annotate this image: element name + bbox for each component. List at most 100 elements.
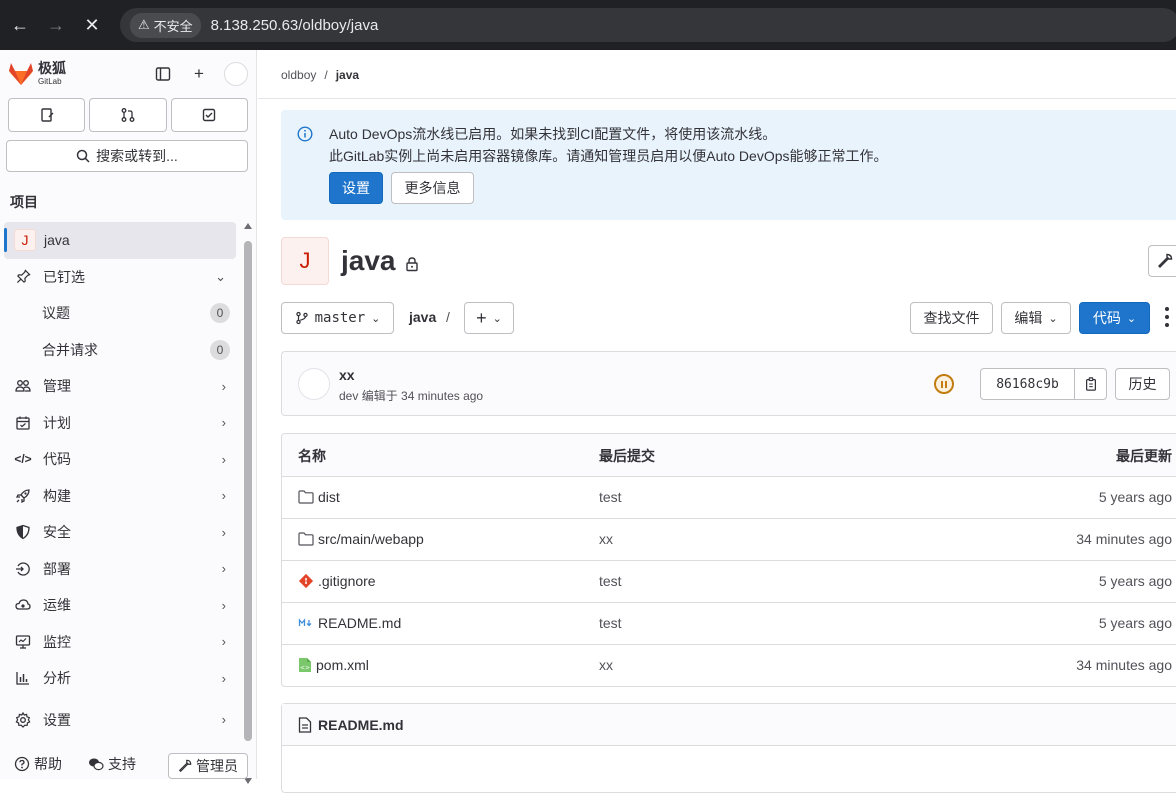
file-name[interactable]: src/main/webapp: [318, 531, 424, 547]
url-text[interactable]: 8.138.250.63/oldboy/java: [211, 17, 379, 34]
commit-author[interactable]: dev: [339, 389, 358, 403]
alert-more-info-button[interactable]: 更多信息: [391, 172, 474, 204]
project-header: J java: [281, 237, 420, 285]
alert-settings-button[interactable]: 设置: [329, 172, 383, 204]
chevron-down-icon: ⌄: [492, 312, 502, 325]
history-button[interactable]: 历史: [1115, 368, 1170, 400]
forward-icon[interactable]: →: [38, 7, 74, 43]
sidebar-item-code[interactable]: </> 代码 ›: [0, 441, 240, 478]
pinned-item-label: 合并请求: [42, 341, 98, 358]
project-admin-button[interactable]: [1148, 245, 1176, 277]
sidebar-item-settings[interactable]: 设置 ›: [0, 702, 240, 739]
issues-button[interactable]: [8, 98, 86, 132]
page-title: java: [341, 245, 396, 276]
readme-panel: README.md: [281, 703, 1176, 793]
sidebar-item-analyze[interactable]: 分析 ›: [0, 660, 240, 697]
edit-dropdown[interactable]: 编辑 ⌄: [1001, 302, 1071, 334]
gitlab-logo[interactable]: 极狐 GitLab: [8, 61, 66, 87]
mr-count-badge: 0: [210, 339, 230, 360]
help-button[interactable]: 帮助: [14, 754, 62, 774]
support-label: 支持: [108, 756, 136, 772]
repo-path[interactable]: java: [409, 309, 436, 325]
readme-title[interactable]: README.md: [318, 717, 404, 733]
address-bar[interactable]: ⚠ 不安全 8.138.250.63/oldboy/java: [120, 8, 1176, 42]
sidebar-item-project[interactable]: J java: [4, 222, 236, 259]
header-last-update: 最后更新: [1116, 448, 1172, 464]
nav-label: 安全: [43, 524, 71, 541]
file-commit[interactable]: xx: [599, 531, 613, 547]
users-icon: [14, 378, 32, 394]
chart-icon: [14, 670, 32, 686]
nav-label: 构建: [43, 487, 71, 504]
alert-line-2: 此GitLab实例上尚未启用容器镜像库。请通知管理员启用以便Auto DevOp…: [329, 148, 888, 164]
table-row[interactable]: .gitignore test 5 years ago: [282, 560, 1176, 602]
merge-requests-button[interactable]: [89, 98, 167, 132]
branch-selector[interactable]: master ⌄: [281, 302, 394, 334]
commit-sha[interactable]: 86168c9b: [980, 368, 1075, 400]
wechat-icon: [89, 758, 104, 771]
file-name[interactable]: README.md: [318, 615, 401, 631]
nav-label: 管理: [43, 378, 71, 395]
chevron-right-icon: ›: [221, 451, 226, 467]
add-to-tree-button[interactable]: + ⌄: [464, 302, 514, 334]
pipeline-status-icon[interactable]: [934, 374, 954, 394]
table-row[interactable]: <> pom.xml xx 34 minutes ago: [282, 644, 1176, 686]
breadcrumb-group[interactable]: oldboy: [281, 68, 316, 82]
commit-meta: dev 编辑于 34 minutes ago: [339, 387, 483, 404]
stop-icon[interactable]: ✕: [74, 7, 110, 43]
search-button[interactable]: 搜索或转到...: [6, 140, 248, 172]
search-icon: [76, 149, 90, 163]
info-icon: [297, 126, 313, 142]
sidebar-item-issues[interactable]: 议题 0: [0, 295, 240, 332]
sidebar-item-pinned[interactable]: 已钉选 ⌄: [0, 259, 240, 296]
file-commit[interactable]: test: [599, 489, 622, 505]
sidebar-item-merge-requests[interactable]: 合并请求 0: [0, 332, 240, 369]
chevron-right-icon: ›: [221, 712, 226, 728]
back-icon[interactable]: ←: [2, 7, 38, 43]
monitor-icon: [14, 634, 32, 650]
todo-button[interactable]: [170, 98, 248, 132]
scroll-up-icon[interactable]: [244, 223, 252, 229]
warning-icon: ⚠: [138, 17, 150, 32]
commit-author-avatar[interactable]: [298, 368, 330, 400]
sidebar: 极狐 GitLab + 搜索或转到... 项目 J java 已钉选 ⌄ 议题 …: [0, 50, 257, 784]
table-row[interactable]: README.md test 5 years ago: [282, 602, 1176, 644]
copy-icon: [1085, 377, 1096, 391]
file-commit[interactable]: test: [599, 615, 622, 631]
sidebar-item-monitor[interactable]: 监控 ›: [0, 624, 240, 661]
nav-label: 设置: [43, 711, 71, 728]
scrollbar-thumb[interactable]: [244, 241, 252, 741]
table-row[interactable]: src/main/webapp xx 34 minutes ago: [282, 518, 1176, 560]
file-name[interactable]: .gitignore: [318, 573, 376, 589]
file-name[interactable]: dist: [318, 489, 340, 505]
file-commit[interactable]: xx: [599, 657, 613, 673]
find-file-button[interactable]: 查找文件: [910, 302, 993, 334]
file-name[interactable]: pom.xml: [316, 657, 369, 673]
sidebar-scrollbar[interactable]: [244, 223, 252, 784]
sidebar-section-title: 项目: [10, 194, 38, 210]
security-indicator[interactable]: ⚠ 不安全: [130, 12, 201, 38]
toggle-sidebar-icon[interactable]: [152, 63, 174, 85]
table-row[interactable]: dist test 5 years ago: [282, 476, 1176, 518]
markdown-icon: [298, 618, 312, 627]
file-updated: 5 years ago: [1098, 573, 1172, 589]
sidebar-item-manage[interactable]: 管理 ›: [0, 368, 240, 405]
more-actions-icon[interactable]: [1165, 305, 1169, 329]
admin-button[interactable]: 管理员: [168, 753, 248, 779]
sidebar-item-plan[interactable]: 计划 ›: [0, 405, 240, 442]
sidebar-item-build[interactable]: 构建 ›: [0, 478, 240, 515]
create-new-icon[interactable]: +: [188, 63, 210, 85]
sidebar-item-deploy[interactable]: 部署 ›: [0, 551, 240, 588]
issues-count-badge: 0: [210, 303, 230, 324]
copy-sha-button[interactable]: [1074, 368, 1107, 400]
nav-label: 运维: [43, 597, 71, 614]
support-button[interactable]: 支持: [88, 754, 136, 774]
user-avatar[interactable]: [224, 62, 248, 86]
sidebar-item-security[interactable]: 安全 ›: [0, 514, 240, 551]
breadcrumb-project[interactable]: java: [336, 68, 359, 82]
file-commit[interactable]: test: [599, 573, 622, 589]
code-dropdown[interactable]: 代码 ⌄: [1079, 302, 1150, 334]
sidebar-item-operate[interactable]: 运维 ›: [0, 587, 240, 624]
repo-toolbar: master ⌄ java / + ⌄ 查找文件 编辑 ⌄ 代码 ⌄: [281, 302, 1176, 334]
commit-message[interactable]: xx: [339, 367, 355, 383]
